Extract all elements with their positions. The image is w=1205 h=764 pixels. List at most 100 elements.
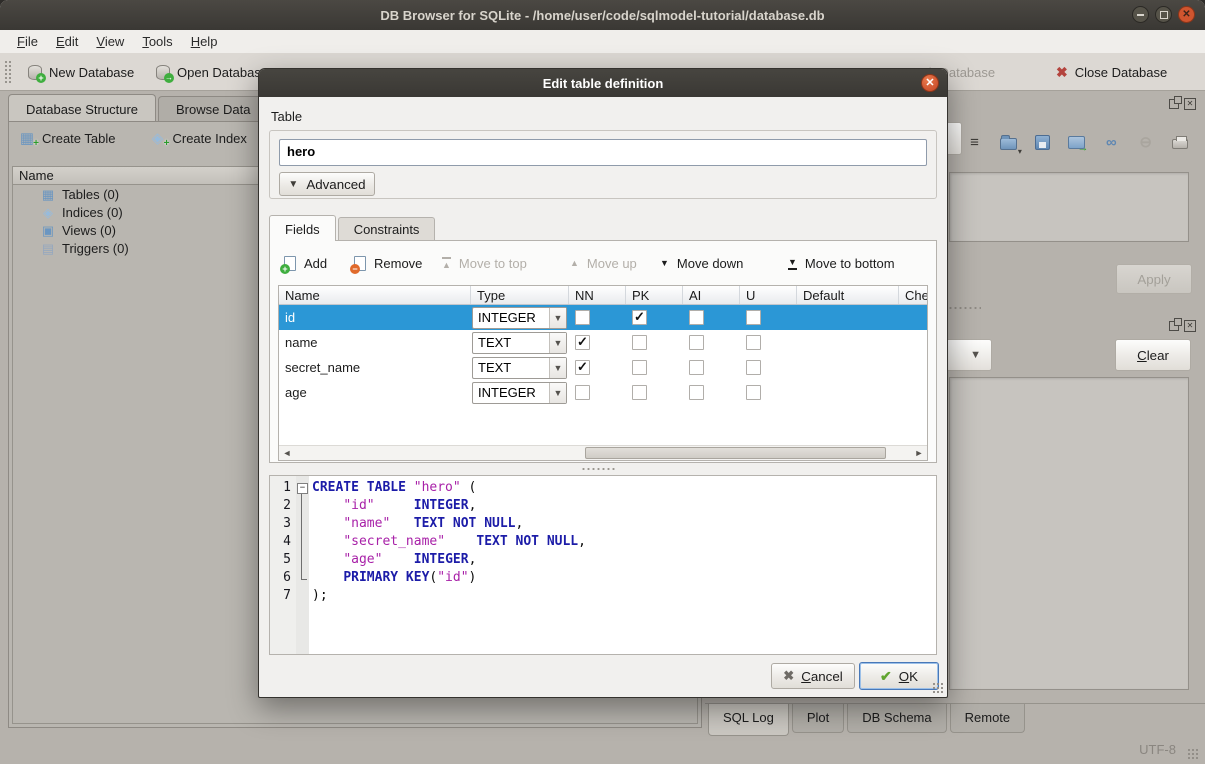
tab-plot[interactable]: Plot (792, 704, 844, 733)
print-icon[interactable] (1170, 132, 1190, 152)
tab-fields[interactable]: Fields (269, 215, 336, 241)
checkbox-pk[interactable] (632, 360, 647, 375)
cell-editor-area[interactable] (949, 172, 1189, 242)
sql-token (312, 570, 343, 585)
save-icon[interactable] (1033, 132, 1053, 152)
checkbox-ai[interactable] (689, 360, 704, 375)
field-action-move-down[interactable]: ▼Move down (660, 250, 743, 276)
scrollbar-thumb[interactable] (585, 447, 887, 459)
dialog-resize-grip[interactable] (932, 682, 944, 694)
minimize-icon[interactable] (1132, 6, 1149, 23)
tab-database-structure[interactable]: Database Structure (8, 94, 156, 122)
dialog-titlebar[interactable]: Edit table definition ✕ (259, 69, 947, 97)
checkbox-pk[interactable] (632, 310, 647, 325)
sql-log-area[interactable] (949, 377, 1189, 690)
tab-db-schema[interactable]: DB Schema (847, 704, 946, 733)
new-database-button[interactable]: New Database (22, 58, 140, 86)
tab-remote[interactable]: Remote (950, 704, 1026, 733)
field-action-add[interactable]: Add (284, 250, 327, 276)
word-wrap-icon[interactable]: ≡ (964, 132, 984, 152)
column-header-check[interactable]: Check (899, 286, 928, 304)
menu-help[interactable]: Help (182, 32, 227, 51)
open-file-icon[interactable] (998, 132, 1018, 152)
field-pk-cell (626, 330, 683, 355)
apply-button[interactable]: Apply (1116, 264, 1192, 294)
set-null-icon[interactable]: ⊖ (1136, 132, 1156, 152)
menu-tools[interactable]: Tools (133, 32, 181, 51)
field-check-cell (899, 355, 928, 380)
sql-line: 3 "name" TEXT NOT NULL, (270, 515, 936, 533)
dialog-close-icon[interactable]: ✕ (921, 74, 939, 92)
window-resize-grip[interactable] (1187, 748, 1199, 760)
field-action-move-up[interactable]: ▲Move up (570, 250, 637, 276)
toolbar-drag-handle[interactable] (4, 60, 11, 84)
field-action-move-to-bottom[interactable]: ▼Move to bottom (788, 250, 895, 276)
grid-horizontal-scrollbar[interactable]: ◄ ► (279, 445, 927, 460)
maximize-icon[interactable] (1155, 6, 1172, 23)
tab-browse-data[interactable]: Browse Data (158, 96, 268, 122)
dock-splitter-handle[interactable] (943, 306, 981, 310)
checkbox-ai[interactable] (689, 385, 704, 400)
menu-edit[interactable]: Edit (47, 32, 87, 51)
checkbox-pk[interactable] (632, 335, 647, 350)
tree-item-label: Tables (0) (62, 187, 119, 202)
dock-close-icon[interactable]: ✕ (1184, 320, 1196, 332)
checkbox-nn[interactable] (575, 385, 590, 400)
field-row-secret-name[interactable]: secret_nameTEXT▼ (279, 355, 927, 380)
checkbox-u[interactable] (746, 385, 761, 400)
checkbox-pk[interactable] (632, 385, 647, 400)
field-row-name[interactable]: nameTEXT▼ (279, 330, 927, 355)
field-type-combo[interactable]: INTEGER▼ (472, 382, 567, 404)
checkbox-u[interactable] (746, 360, 761, 375)
sql-preview[interactable]: 1CREATE TABLE "hero" (2 "id" INTEGER,3 "… (269, 475, 937, 655)
tab-sql-log[interactable]: SQL Log (708, 704, 789, 736)
field-type-combo[interactable]: TEXT▼ (472, 332, 567, 354)
checkbox-nn[interactable] (575, 310, 590, 325)
table-name-input[interactable]: hero (279, 139, 927, 166)
column-header-nn[interactable]: NN (569, 286, 626, 304)
checkbox-ai[interactable] (689, 310, 704, 325)
tab-constraints[interactable]: Constraints (338, 217, 436, 241)
column-header-default[interactable]: Default (797, 286, 899, 304)
open-database-button[interactable]: Open Database (150, 58, 274, 86)
dock-close-icon[interactable]: ✕ (1184, 98, 1196, 110)
chevron-down-icon: ▼ (549, 358, 566, 378)
field-action-label: Move down (677, 256, 743, 271)
create-index-button[interactable]: ◈+ Create Index (149, 131, 246, 146)
field-action-move-to-top[interactable]: ▲Move to top (442, 250, 527, 276)
cancel-button[interactable]: ✖ Cancel (771, 663, 855, 689)
checkbox-nn[interactable] (575, 360, 590, 375)
ok-button[interactable]: ✔ OK (859, 662, 939, 690)
checkbox-nn[interactable] (575, 335, 590, 350)
column-header-pk[interactable]: PK (626, 286, 683, 304)
dock-float-icon[interactable] (1169, 321, 1179, 331)
column-header-name[interactable]: Name (279, 286, 471, 304)
menu-view[interactable]: View (87, 32, 133, 51)
close-database-button[interactable]: ✖ Close Database (1050, 58, 1173, 86)
create-table-button[interactable]: ▦+ Create Table (19, 131, 115, 146)
advanced-button[interactable]: ▼ Advanced (279, 172, 375, 196)
field-row-age[interactable]: ageINTEGER▼ (279, 380, 927, 405)
checkbox-u[interactable] (746, 310, 761, 325)
clear-button[interactable]: Clear (1115, 339, 1191, 371)
checkbox-u[interactable] (746, 335, 761, 350)
field-row-id[interactable]: idINTEGER▼ (279, 305, 927, 330)
dock-float-icon[interactable] (1169, 99, 1179, 109)
column-header-type[interactable]: Type (471, 286, 569, 304)
link-icon[interactable]: ∞ (1101, 132, 1121, 152)
fold-marker-icon[interactable] (296, 479, 309, 497)
scroll-right-icon[interactable]: ► (911, 446, 927, 460)
export-icon[interactable] (1067, 132, 1087, 152)
field-type-combo[interactable]: TEXT▼ (472, 357, 567, 379)
scroll-left-icon[interactable]: ◄ (279, 446, 295, 460)
column-header-ai[interactable]: AI (683, 286, 740, 304)
window-titlebar[interactable]: DB Browser for SQLite - /home/user/code/… (0, 0, 1205, 30)
checkbox-ai[interactable] (689, 335, 704, 350)
field-action-remove[interactable]: Remove (354, 250, 422, 276)
field-type-combo[interactable]: INTEGER▼ (472, 307, 567, 329)
sql-token: "id" (343, 498, 374, 513)
menu-file[interactable]: File (8, 32, 47, 51)
close-icon[interactable] (1178, 6, 1195, 23)
column-header-u[interactable]: U (740, 286, 797, 304)
dialog-splitter-handle[interactable] (581, 467, 617, 471)
